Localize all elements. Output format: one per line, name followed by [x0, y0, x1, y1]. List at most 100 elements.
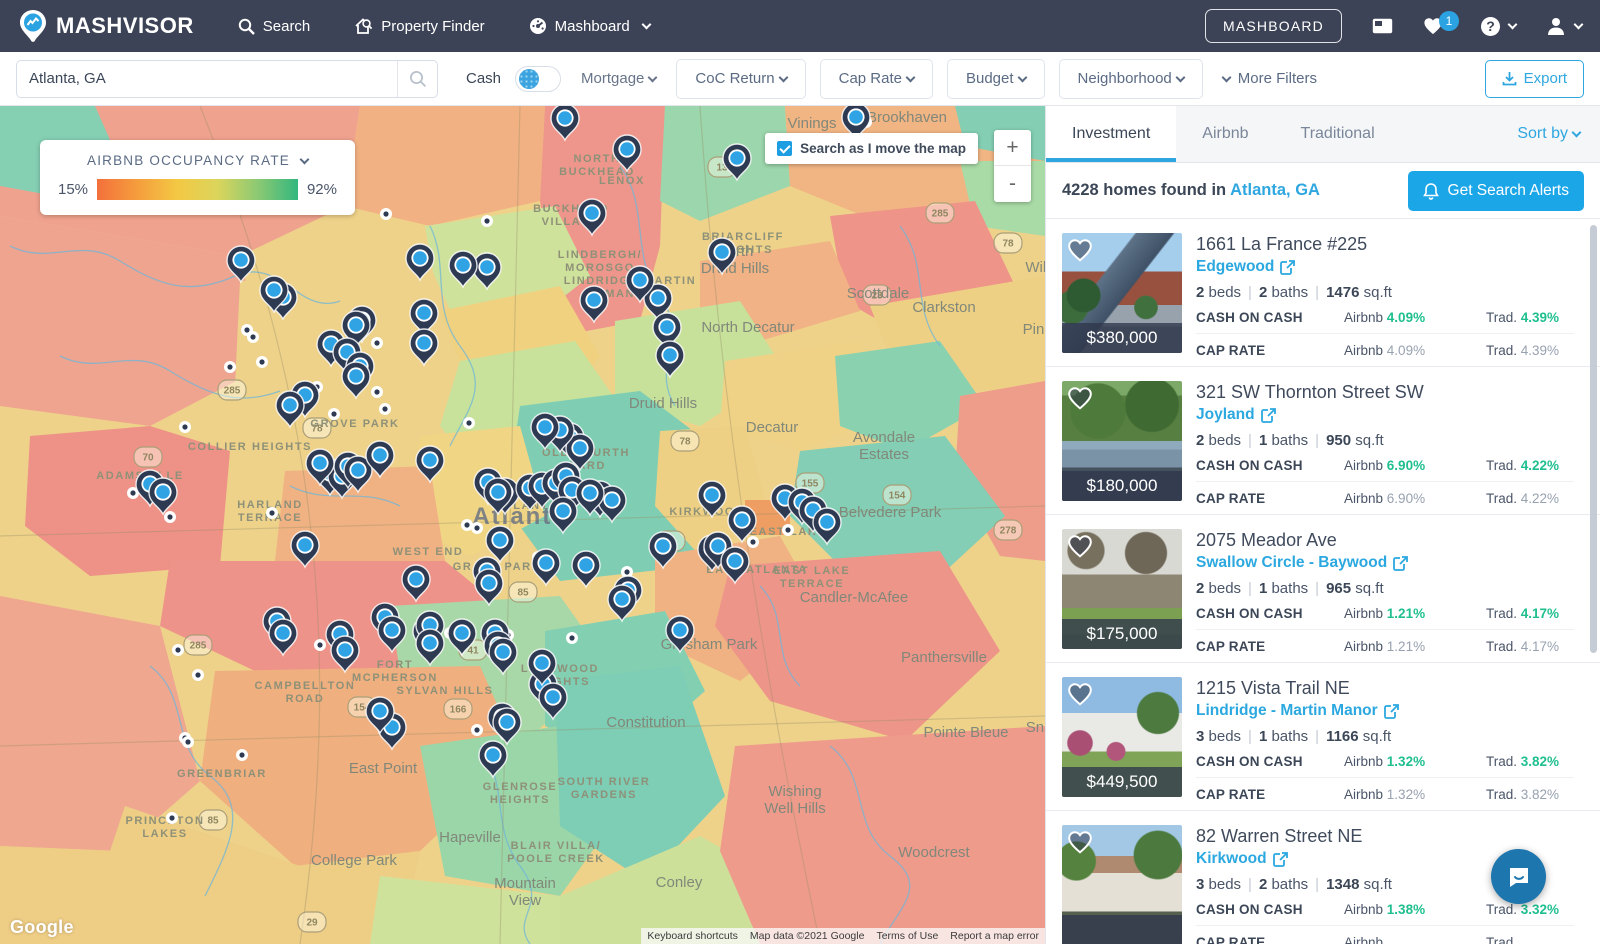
property-address[interactable]: 321 SW Thornton Street SW [1196, 382, 1574, 403]
legend-dropdown[interactable]: AIRBNB OCCUPANCY RATE [58, 153, 337, 168]
cap-rate-filter[interactable]: Cap Rate [820, 59, 933, 99]
coc-return-filter[interactable]: CoC Return [676, 59, 805, 99]
results-count-text: 4228 homes found in [1062, 181, 1226, 199]
nav-item-mashboard[interactable]: Mashboard [529, 17, 650, 35]
map-dot-marker[interactable] [566, 632, 578, 644]
map-dot-marker[interactable] [371, 386, 383, 398]
neighborhood-link[interactable]: Lindridge - Martin Manor [1196, 702, 1574, 720]
map-label: North Decatur [701, 319, 794, 336]
map-dot-marker[interactable] [481, 215, 493, 227]
property-address[interactable]: 82 Warren Street NE [1196, 826, 1574, 847]
tab-traditional[interactable]: Traditional [1275, 106, 1401, 162]
map-label: Constitution [606, 714, 685, 731]
svg-text:154: 154 [889, 491, 906, 502]
map-dot-marker[interactable] [314, 639, 326, 651]
mashboard-button[interactable]: MASHBOARD [1205, 9, 1342, 43]
map-dot-marker[interactable] [471, 522, 483, 534]
map-dot-marker[interactable] [192, 669, 204, 681]
map-dot-marker[interactable] [379, 403, 391, 415]
favorite-heart-icon[interactable] [1067, 386, 1093, 410]
search-submit-button[interactable] [397, 61, 437, 97]
map[interactable]: 2857078285782313154155278208578154166412… [0, 106, 1045, 944]
results-location-link[interactable]: Atlanta, GA [1230, 181, 1320, 199]
highway-shield: 285 [926, 203, 954, 223]
tab-airbnb[interactable]: Airbnb [1176, 106, 1274, 162]
map-dot-marker[interactable] [371, 337, 383, 349]
zoom-in-button[interactable]: + [994, 130, 1031, 166]
map-label: Scottdale [847, 285, 910, 302]
export-button[interactable]: Export [1485, 60, 1584, 98]
map-dot-marker[interactable] [782, 524, 794, 536]
help-menu[interactable]: ? [1481, 17, 1516, 36]
map-dot-marker[interactable] [463, 417, 475, 429]
map-dot-marker[interactable] [164, 511, 176, 523]
property-card[interactable]: $380,000 1661 La France #225 Edgewood 2 … [1046, 219, 1600, 367]
map-dot-marker[interactable] [236, 749, 248, 761]
property-specs: 2 beds|1 baths|965 sq.ft [1196, 580, 1574, 597]
map-dot-marker[interactable] [247, 331, 259, 343]
favorite-heart-icon[interactable] [1067, 238, 1093, 262]
favorite-heart-icon[interactable] [1067, 830, 1093, 854]
keyboard-shortcuts-link[interactable]: Keyboard shortcuts [641, 928, 743, 944]
report-map-error-link[interactable]: Report a map error [944, 928, 1045, 944]
billing-button[interactable] [1372, 18, 1393, 34]
favorite-heart-icon[interactable] [1067, 534, 1093, 558]
property-card[interactable]: $449,500 1215 Vista Trail NE Lindridge -… [1046, 663, 1600, 811]
property-address[interactable]: 1215 Vista Trail NE [1196, 678, 1574, 699]
nav-item-property-finder[interactable]: Property Finder [354, 17, 484, 35]
results-subheader: 4228 homes found in Atlanta, GA Get Sear… [1046, 163, 1600, 219]
logo-text: MASHVISOR [56, 13, 194, 39]
map-dot-marker[interactable] [471, 724, 483, 736]
get-search-alerts-button[interactable]: Get Search Alerts [1408, 171, 1584, 211]
property-card[interactable]: $175,000 2075 Meador Ave Swallow Circle … [1046, 515, 1600, 663]
map-dot-marker[interactable] [256, 356, 268, 368]
neighborhood-link[interactable]: Joyland [1196, 406, 1574, 424]
account-menu[interactable] [1546, 16, 1582, 36]
cash-mortgage-toggle[interactable] [515, 66, 561, 92]
map-dot-marker[interactable] [166, 812, 178, 824]
map-label: BLAIR VILLA/POOLE CREEK [507, 840, 605, 865]
tab-investment[interactable]: Investment [1046, 106, 1176, 162]
property-photo[interactable]: $175,000 [1062, 529, 1182, 649]
map-dot-marker[interactable] [747, 536, 759, 548]
budget-filter[interactable]: Budget [947, 59, 1045, 99]
neighborhood-filter[interactable]: Neighborhood [1059, 59, 1203, 99]
map-legend: AIRBNB OCCUPANCY RATE 15% 92% [40, 140, 355, 215]
map-dot-marker[interactable] [172, 644, 184, 656]
map-dot-marker[interactable] [380, 208, 392, 220]
property-address[interactable]: 1661 La France #225 [1196, 234, 1574, 255]
map-dot-marker[interactable] [179, 421, 191, 433]
nav-item-search[interactable]: Search [238, 18, 311, 35]
property-photo[interactable]: $180,000 [1062, 381, 1182, 501]
map-dot-marker[interactable] [328, 408, 340, 420]
map-dot-marker[interactable] [224, 361, 236, 373]
property-address[interactable]: 2075 Meador Ave [1196, 530, 1574, 551]
user-icon [1546, 16, 1566, 36]
favorites-button[interactable]: 1 [1423, 17, 1443, 35]
neighborhood-link[interactable]: Edgewood [1196, 258, 1574, 276]
map-dot-marker[interactable] [182, 736, 194, 748]
more-filters-button[interactable]: More Filters [1223, 70, 1317, 87]
map-dot-marker[interactable] [266, 507, 278, 519]
sort-by-dropdown[interactable]: Sort by [1517, 106, 1600, 162]
map-canvas[interactable]: 2857078285782313154155278208578154166412… [0, 106, 1045, 944]
search-as-move-checkbox[interactable]: Search as I move the map [765, 133, 978, 164]
property-photo[interactable]: $380,000 [1062, 233, 1182, 353]
mortgage-label: Mortgage [581, 70, 644, 87]
zoom-out-button[interactable]: - [994, 166, 1031, 202]
map-label: Decatur [746, 419, 799, 436]
property-specs: 2 beds|1 baths|950 sq.ft [1196, 432, 1574, 449]
neighborhood-link[interactable]: Swallow Circle - Baywood [1196, 554, 1574, 572]
mashvisor-logo[interactable]: MASHVISOR [18, 9, 194, 43]
property-photo[interactable]: $449,500 [1062, 677, 1182, 797]
terms-of-use-link[interactable]: Terms of Use [870, 928, 944, 944]
property-photo[interactable] [1062, 825, 1182, 944]
favorite-heart-icon[interactable] [1067, 682, 1093, 706]
property-card[interactable]: $180,000 321 SW Thornton Street SW Joyla… [1046, 367, 1600, 515]
svg-text:78: 78 [1002, 239, 1014, 250]
chat-launcher-button[interactable] [1491, 849, 1546, 904]
panel-scrollbar[interactable] [1590, 225, 1597, 653]
svg-text:285: 285 [190, 641, 207, 652]
location-search-input[interactable] [17, 61, 397, 97]
mortgage-dropdown[interactable]: Mortgage [581, 70, 656, 87]
